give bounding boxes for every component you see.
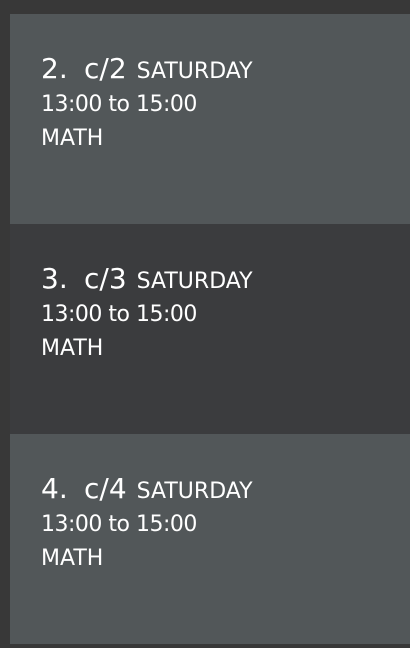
lesson-header: 2. c/2 SATURDAY [41, 52, 253, 88]
lesson-header: 4. c/4 SATURDAY [41, 472, 253, 508]
lesson-card[interactable]: 4. c/4 SATURDAY 13:00 to 15:00 MATH [10, 434, 410, 644]
lesson-subject: MATH [41, 126, 104, 151]
lesson-code: c/2 [84, 52, 127, 85]
lesson-subject: MATH [41, 336, 104, 361]
lesson-subject: MATH [41, 546, 104, 571]
lesson-index: 4. [41, 472, 68, 505]
lesson-list: 2. c/2 SATURDAY 13:00 to 15:00 MATH 3. c… [10, 14, 410, 644]
lesson-time: 13:00 to 15:00 [41, 512, 197, 537]
lesson-day: SATURDAY [136, 269, 253, 294]
lesson-index: 2. [41, 52, 68, 85]
lesson-index: 3. [41, 262, 68, 295]
lesson-code: c/3 [84, 262, 127, 295]
lesson-time: 13:00 to 15:00 [41, 92, 197, 117]
lesson-time: 13:00 to 15:00 [41, 302, 197, 327]
lesson-header: 3. c/3 SATURDAY [41, 262, 253, 298]
lesson-code: c/4 [84, 472, 127, 505]
lesson-day: SATURDAY [136, 479, 253, 504]
lesson-day: SATURDAY [136, 59, 253, 84]
lesson-card[interactable]: 2. c/2 SATURDAY 13:00 to 15:00 MATH [10, 14, 410, 224]
lesson-card[interactable]: 3. c/3 SATURDAY 13:00 to 15:00 MATH [10, 224, 410, 434]
